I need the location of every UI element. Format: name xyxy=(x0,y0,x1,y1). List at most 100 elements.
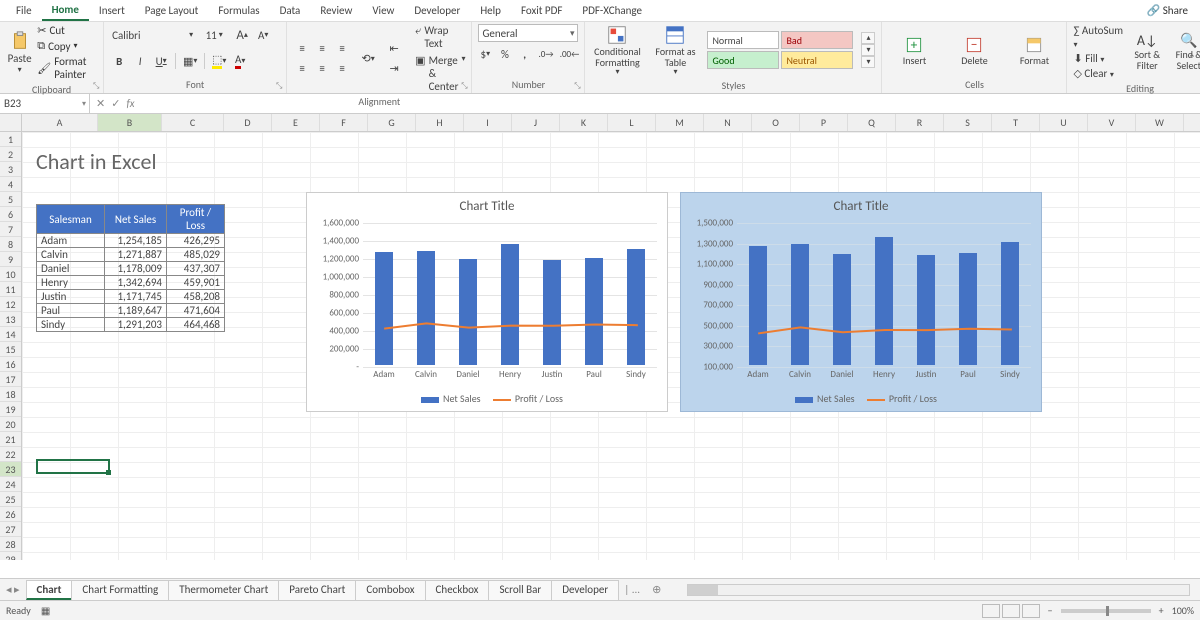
sheet-tab-chart-formatting[interactable]: Chart Formatting xyxy=(71,580,169,600)
row-header-2[interactable]: 2 xyxy=(0,147,21,162)
bold-button[interactable]: B xyxy=(110,52,128,70)
sheet-overflow[interactable]: | ... xyxy=(618,583,646,596)
chart-2[interactable]: Chart Title 1,500,0001,300,0001,100,0009… xyxy=(680,192,1042,412)
cell-styles-gallery[interactable]: Normal Bad Good Neutral xyxy=(707,31,853,69)
number-format-select[interactable]: General xyxy=(478,24,578,42)
row-header-28[interactable]: 28 xyxy=(0,537,21,552)
menu-tab-data[interactable]: Data xyxy=(270,1,311,20)
clipboard-dialog-launcher[interactable]: ⤡ xyxy=(91,81,101,91)
align-bottom-button[interactable]: ≡ xyxy=(333,40,351,58)
style-neutral[interactable]: Neutral xyxy=(781,51,853,69)
confirm-formula-icon[interactable]: ✓ xyxy=(111,97,120,110)
format-painter-button[interactable]: 🖌Format Painter xyxy=(37,55,97,81)
sort-filter-button[interactable]: A↓Sort & Filter xyxy=(1129,33,1165,70)
col-header-N[interactable]: N xyxy=(704,114,752,131)
col-header-L[interactable]: L xyxy=(608,114,656,131)
row-header-18[interactable]: 18 xyxy=(0,387,21,402)
col-header-C[interactable]: C xyxy=(162,114,224,131)
cut-button[interactable]: ✂Cut xyxy=(37,24,97,37)
row-header-27[interactable]: 27 xyxy=(0,522,21,537)
col-header-P[interactable]: P xyxy=(800,114,848,131)
align-top-button[interactable]: ≡ xyxy=(293,40,311,58)
paste-button[interactable]: Paste▾ xyxy=(6,28,33,78)
increase-font-button[interactable]: A▴ xyxy=(233,26,251,44)
row-header-8[interactable]: 8 xyxy=(0,237,21,252)
align-center-button[interactable]: ≡ xyxy=(313,60,331,78)
view-pagelayout-button[interactable] xyxy=(1002,604,1020,618)
autosum-button[interactable]: ∑ AutoSum ▾ xyxy=(1073,24,1123,50)
currency-button[interactable]: $▾ xyxy=(478,45,492,63)
col-header-T[interactable]: T xyxy=(992,114,1040,131)
col-header-H[interactable]: H xyxy=(416,114,464,131)
row-header-13[interactable]: 13 xyxy=(0,312,21,327)
row-header-11[interactable]: 11 xyxy=(0,282,21,297)
clear-button[interactable]: ◇ Clear ▾ xyxy=(1073,67,1123,80)
font-size-select[interactable]: 11▾ xyxy=(198,29,230,42)
row-header-15[interactable]: 15 xyxy=(0,342,21,357)
col-header-V[interactable]: V xyxy=(1088,114,1136,131)
cancel-formula-icon[interactable]: ✕ xyxy=(96,97,105,110)
col-header-R[interactable]: R xyxy=(896,114,944,131)
fill-button[interactable]: ⬇ Fill ▾ xyxy=(1073,52,1123,65)
col-header-J[interactable]: J xyxy=(512,114,560,131)
col-header-K[interactable]: K xyxy=(560,114,608,131)
row-header-9[interactable]: 9 xyxy=(0,252,21,267)
chart-1[interactable]: Chart Title 1,600,0001,400,0001,200,0001… xyxy=(306,192,668,412)
align-right-button[interactable]: ≡ xyxy=(333,60,351,78)
menu-tab-developer[interactable]: Developer xyxy=(404,1,470,20)
col-header-S[interactable]: S xyxy=(944,114,992,131)
col-header-M[interactable]: M xyxy=(656,114,704,131)
style-normal[interactable]: Normal xyxy=(707,31,779,49)
zoom-in-button[interactable]: + xyxy=(1159,604,1164,617)
number-dialog-launcher[interactable]: ⤡ xyxy=(572,81,582,91)
row-header-26[interactable]: 26 xyxy=(0,507,21,522)
col-header-D[interactable]: D xyxy=(224,114,272,131)
style-gallery-scroll[interactable]: ▴▾▾ xyxy=(861,32,875,68)
wrap-text-button[interactable]: ⤶Wrap Text xyxy=(415,24,465,50)
menu-tab-foxit-pdf[interactable]: Foxit PDF xyxy=(511,1,572,20)
font-color-button[interactable]: A▾ xyxy=(231,52,249,70)
col-header-G[interactable]: G xyxy=(368,114,416,131)
sheet-tab-thermometer-chart[interactable]: Thermometer Chart xyxy=(168,580,279,600)
font-dialog-launcher[interactable]: ⤡ xyxy=(274,81,284,91)
share-button[interactable]: 🔗 Share xyxy=(1141,2,1194,19)
row-header-10[interactable]: 10 xyxy=(0,267,21,282)
menu-tab-page-layout[interactable]: Page Layout xyxy=(135,1,209,20)
row-header-14[interactable]: 14 xyxy=(0,327,21,342)
zoom-slider[interactable] xyxy=(1061,609,1151,613)
worksheet-grid[interactable]: 1234567891011121314151617181920212223242… xyxy=(0,132,1200,560)
col-header-W[interactable]: W xyxy=(1136,114,1184,131)
fx-icon[interactable]: fx xyxy=(126,97,144,110)
align-middle-button[interactable]: ≡ xyxy=(313,40,331,58)
menu-tab-formulas[interactable]: Formulas xyxy=(208,1,269,20)
col-header-F[interactable]: F xyxy=(320,114,368,131)
col-header-E[interactable]: E xyxy=(272,114,320,131)
menu-tab-review[interactable]: Review xyxy=(310,1,362,20)
col-header-O[interactable]: O xyxy=(752,114,800,131)
sheet-tab-scroll-bar[interactable]: Scroll Bar xyxy=(488,580,552,600)
row-header-20[interactable]: 20 xyxy=(0,417,21,432)
style-bad[interactable]: Bad xyxy=(781,31,853,49)
row-header-6[interactable]: 6 xyxy=(0,207,21,222)
row-header-21[interactable]: 21 xyxy=(0,432,21,447)
menu-tab-file[interactable]: File xyxy=(6,1,42,20)
horizontal-scrollbar[interactable] xyxy=(687,584,1190,596)
col-header-A[interactable]: A xyxy=(22,114,98,131)
col-header-Q[interactable]: Q xyxy=(848,114,896,131)
borders-button[interactable]: ▦▾ xyxy=(181,52,199,70)
macro-record-icon[interactable]: ▦ xyxy=(41,604,50,617)
sheet-tab-pareto-chart[interactable]: Pareto Chart xyxy=(278,580,356,600)
select-all-corner[interactable] xyxy=(0,114,22,131)
increase-decimal-button[interactable]: .0→ xyxy=(537,45,554,63)
merge-center-button[interactable]: ▣Merge & Center▾ xyxy=(415,54,465,93)
conditional-formatting-button[interactable]: Conditional Formatting▾ xyxy=(591,24,643,77)
view-pagebreak-button[interactable] xyxy=(1022,604,1040,618)
delete-cells-button[interactable]: −Delete xyxy=(948,35,1000,66)
zoom-out-button[interactable]: − xyxy=(1048,604,1053,617)
decrease-font-button[interactable]: A▾ xyxy=(254,26,272,44)
menu-tab-pdf-xchange[interactable]: PDF-XChange xyxy=(572,1,652,20)
insert-cells-button[interactable]: +Insert xyxy=(888,35,940,66)
italic-button[interactable]: I xyxy=(131,52,149,70)
format-cells-button[interactable]: Format xyxy=(1008,35,1060,66)
row-header-19[interactable]: 19 xyxy=(0,402,21,417)
